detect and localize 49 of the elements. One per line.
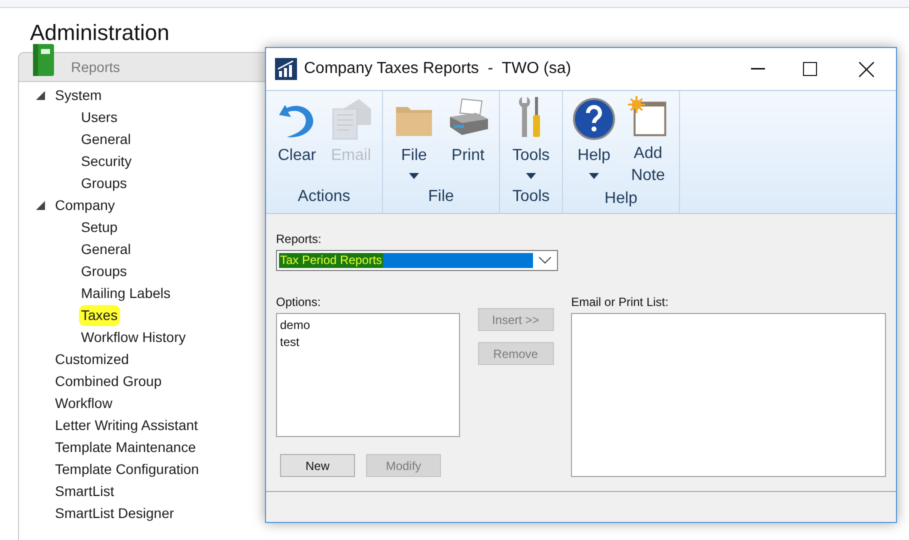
dialog-button[interactable]: New <box>280 454 355 477</box>
options-list[interactable]: demo test <box>276 313 460 437</box>
tree-item[interactable]: Customized <box>53 348 131 370</box>
list-item[interactable]: test <box>280 334 456 351</box>
field-label: Email or Print List: <box>571 294 670 311</box>
caret-icon <box>526 173 536 179</box>
tree-item[interactable]: Mailing Labels <box>79 282 172 304</box>
tree-item[interactable]: SmartList <box>53 480 116 502</box>
tree-item[interactable]: Template Configuration <box>53 458 201 480</box>
ribbon-group-label: Tools <box>511 187 551 207</box>
tree-item[interactable]: Security <box>79 150 134 172</box>
reports-dropdown[interactable]: Tax Period Reports <box>276 250 558 271</box>
tree-item[interactable]: Company <box>53 194 117 216</box>
ribbon-group-label: File <box>427 187 455 207</box>
chart-app-icon <box>275 58 297 80</box>
ribbon-button[interactable]: Help <box>567 95 621 187</box>
tree-item[interactable]: Groups <box>79 260 129 282</box>
chevron-down-icon[interactable] <box>539 257 551 264</box>
ribbon-button[interactable]: Tools <box>504 95 558 185</box>
expanded-arrow-icon[interactable] <box>36 90 44 100</box>
selected-report: Tax Period Reports <box>279 253 384 268</box>
tree-item[interactable]: Combined Group <box>53 370 164 392</box>
notebook-icon <box>31 43 55 77</box>
caret-icon <box>589 173 599 179</box>
tree-item[interactable]: Template Maintenance <box>53 436 198 458</box>
tree-item[interactable]: Workflow <box>53 392 114 414</box>
ribbon-button[interactable]: Add Note <box>621 95 675 187</box>
list-item[interactable]: demo <box>280 317 456 334</box>
ribbon-button[interactable]: Clear <box>270 95 324 185</box>
tree-item[interactable]: Setup <box>79 216 120 238</box>
field-label: Reports: <box>276 232 322 246</box>
tree-item[interactable]: Taxes <box>79 304 120 326</box>
tree-item[interactable]: Users <box>79 106 120 128</box>
ribbon-group-label: Actions <box>296 187 352 207</box>
tree-item[interactable]: Workflow History <box>79 326 188 348</box>
expanded-arrow-icon[interactable] <box>36 200 44 210</box>
field-label: Options: <box>276 294 322 311</box>
caret-icon <box>409 173 419 179</box>
ribbon-group-label: Help <box>604 189 638 209</box>
tree-item[interactable]: SmartList Designer <box>53 502 176 524</box>
ribbon-button[interactable]: Print <box>441 95 495 185</box>
tree-item[interactable]: Letter Writing Assistant <box>53 414 200 436</box>
tree-item[interactable]: General <box>79 128 133 150</box>
ribbon-button[interactable]: File <box>387 95 441 185</box>
tree-item[interactable]: System <box>53 84 104 106</box>
tree-item[interactable]: General <box>79 238 133 260</box>
tree-item[interactable]: Groups <box>79 172 129 194</box>
page-title: Administration <box>30 20 170 45</box>
help-icon <box>572 95 616 141</box>
